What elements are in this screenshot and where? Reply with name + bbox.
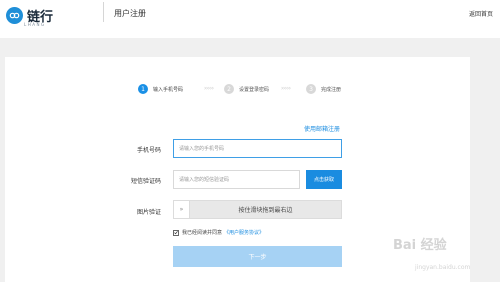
sms-code-label: 短信验证码 bbox=[130, 178, 161, 185]
step-3: 3 完成注册 bbox=[306, 84, 341, 94]
email-register-link[interactable]: 使用邮箱注册 bbox=[304, 124, 340, 133]
slider-hint: 按住滑块拖到最右边 bbox=[238, 207, 293, 214]
baidu-watermark: Bai 经验 jingyan.baidu.com bbox=[393, 228, 498, 280]
get-sms-code-button[interactable]: 点击获取 bbox=[306, 170, 342, 189]
captcha-label: 图片验证 bbox=[136, 209, 161, 216]
top-bar: 链行 LHANG 用户注册 返回首页 bbox=[0, 0, 500, 38]
step-label: 完成注册 bbox=[321, 86, 342, 93]
step-number: 2 bbox=[224, 84, 234, 94]
home-link[interactable]: 返回首页 bbox=[469, 9, 493, 18]
step-1: 1 输入手机号码 bbox=[138, 84, 183, 94]
phone-input[interactable]: 请输入您的手机号码 bbox=[173, 139, 342, 158]
step-label: 输入手机号码 bbox=[153, 86, 184, 93]
phone-label: 手机号码 bbox=[136, 147, 161, 154]
check-icon bbox=[174, 231, 178, 235]
step-arrow-icon: ››››› bbox=[281, 85, 291, 92]
step-2: 2 设置登录密码 bbox=[224, 84, 269, 94]
agree-checkbox[interactable] bbox=[173, 229, 179, 236]
next-step-button[interactable]: 下一步 bbox=[173, 246, 342, 267]
step-number: 1 bbox=[138, 84, 148, 94]
logo-icon bbox=[6, 6, 23, 24]
watermark-text: Bai 经验 bbox=[393, 238, 447, 253]
agree-text: 我已经阅读并同意 bbox=[182, 230, 223, 236]
step-label: 设置登录密码 bbox=[239, 86, 270, 93]
logo-subtitle: LHANG bbox=[24, 22, 46, 27]
step-arrow-icon: ››››› bbox=[204, 85, 214, 92]
header-divider bbox=[103, 2, 104, 22]
slider-handle[interactable]: » bbox=[174, 201, 190, 218]
agreement-row: 我已经阅读并同意 《用户服务协议》 bbox=[173, 229, 264, 236]
slider-captcha: » 按住滑块拖到最右边 bbox=[173, 200, 342, 219]
page-title: 用户注册 bbox=[114, 9, 146, 18]
user-agreement-link[interactable]: 《用户服务协议》 bbox=[224, 229, 264, 236]
watermark-url: jingyan.baidu.com bbox=[415, 264, 471, 271]
step-number: 3 bbox=[306, 84, 316, 94]
sms-code-input[interactable]: 请输入您的短信验证码 bbox=[173, 170, 300, 189]
